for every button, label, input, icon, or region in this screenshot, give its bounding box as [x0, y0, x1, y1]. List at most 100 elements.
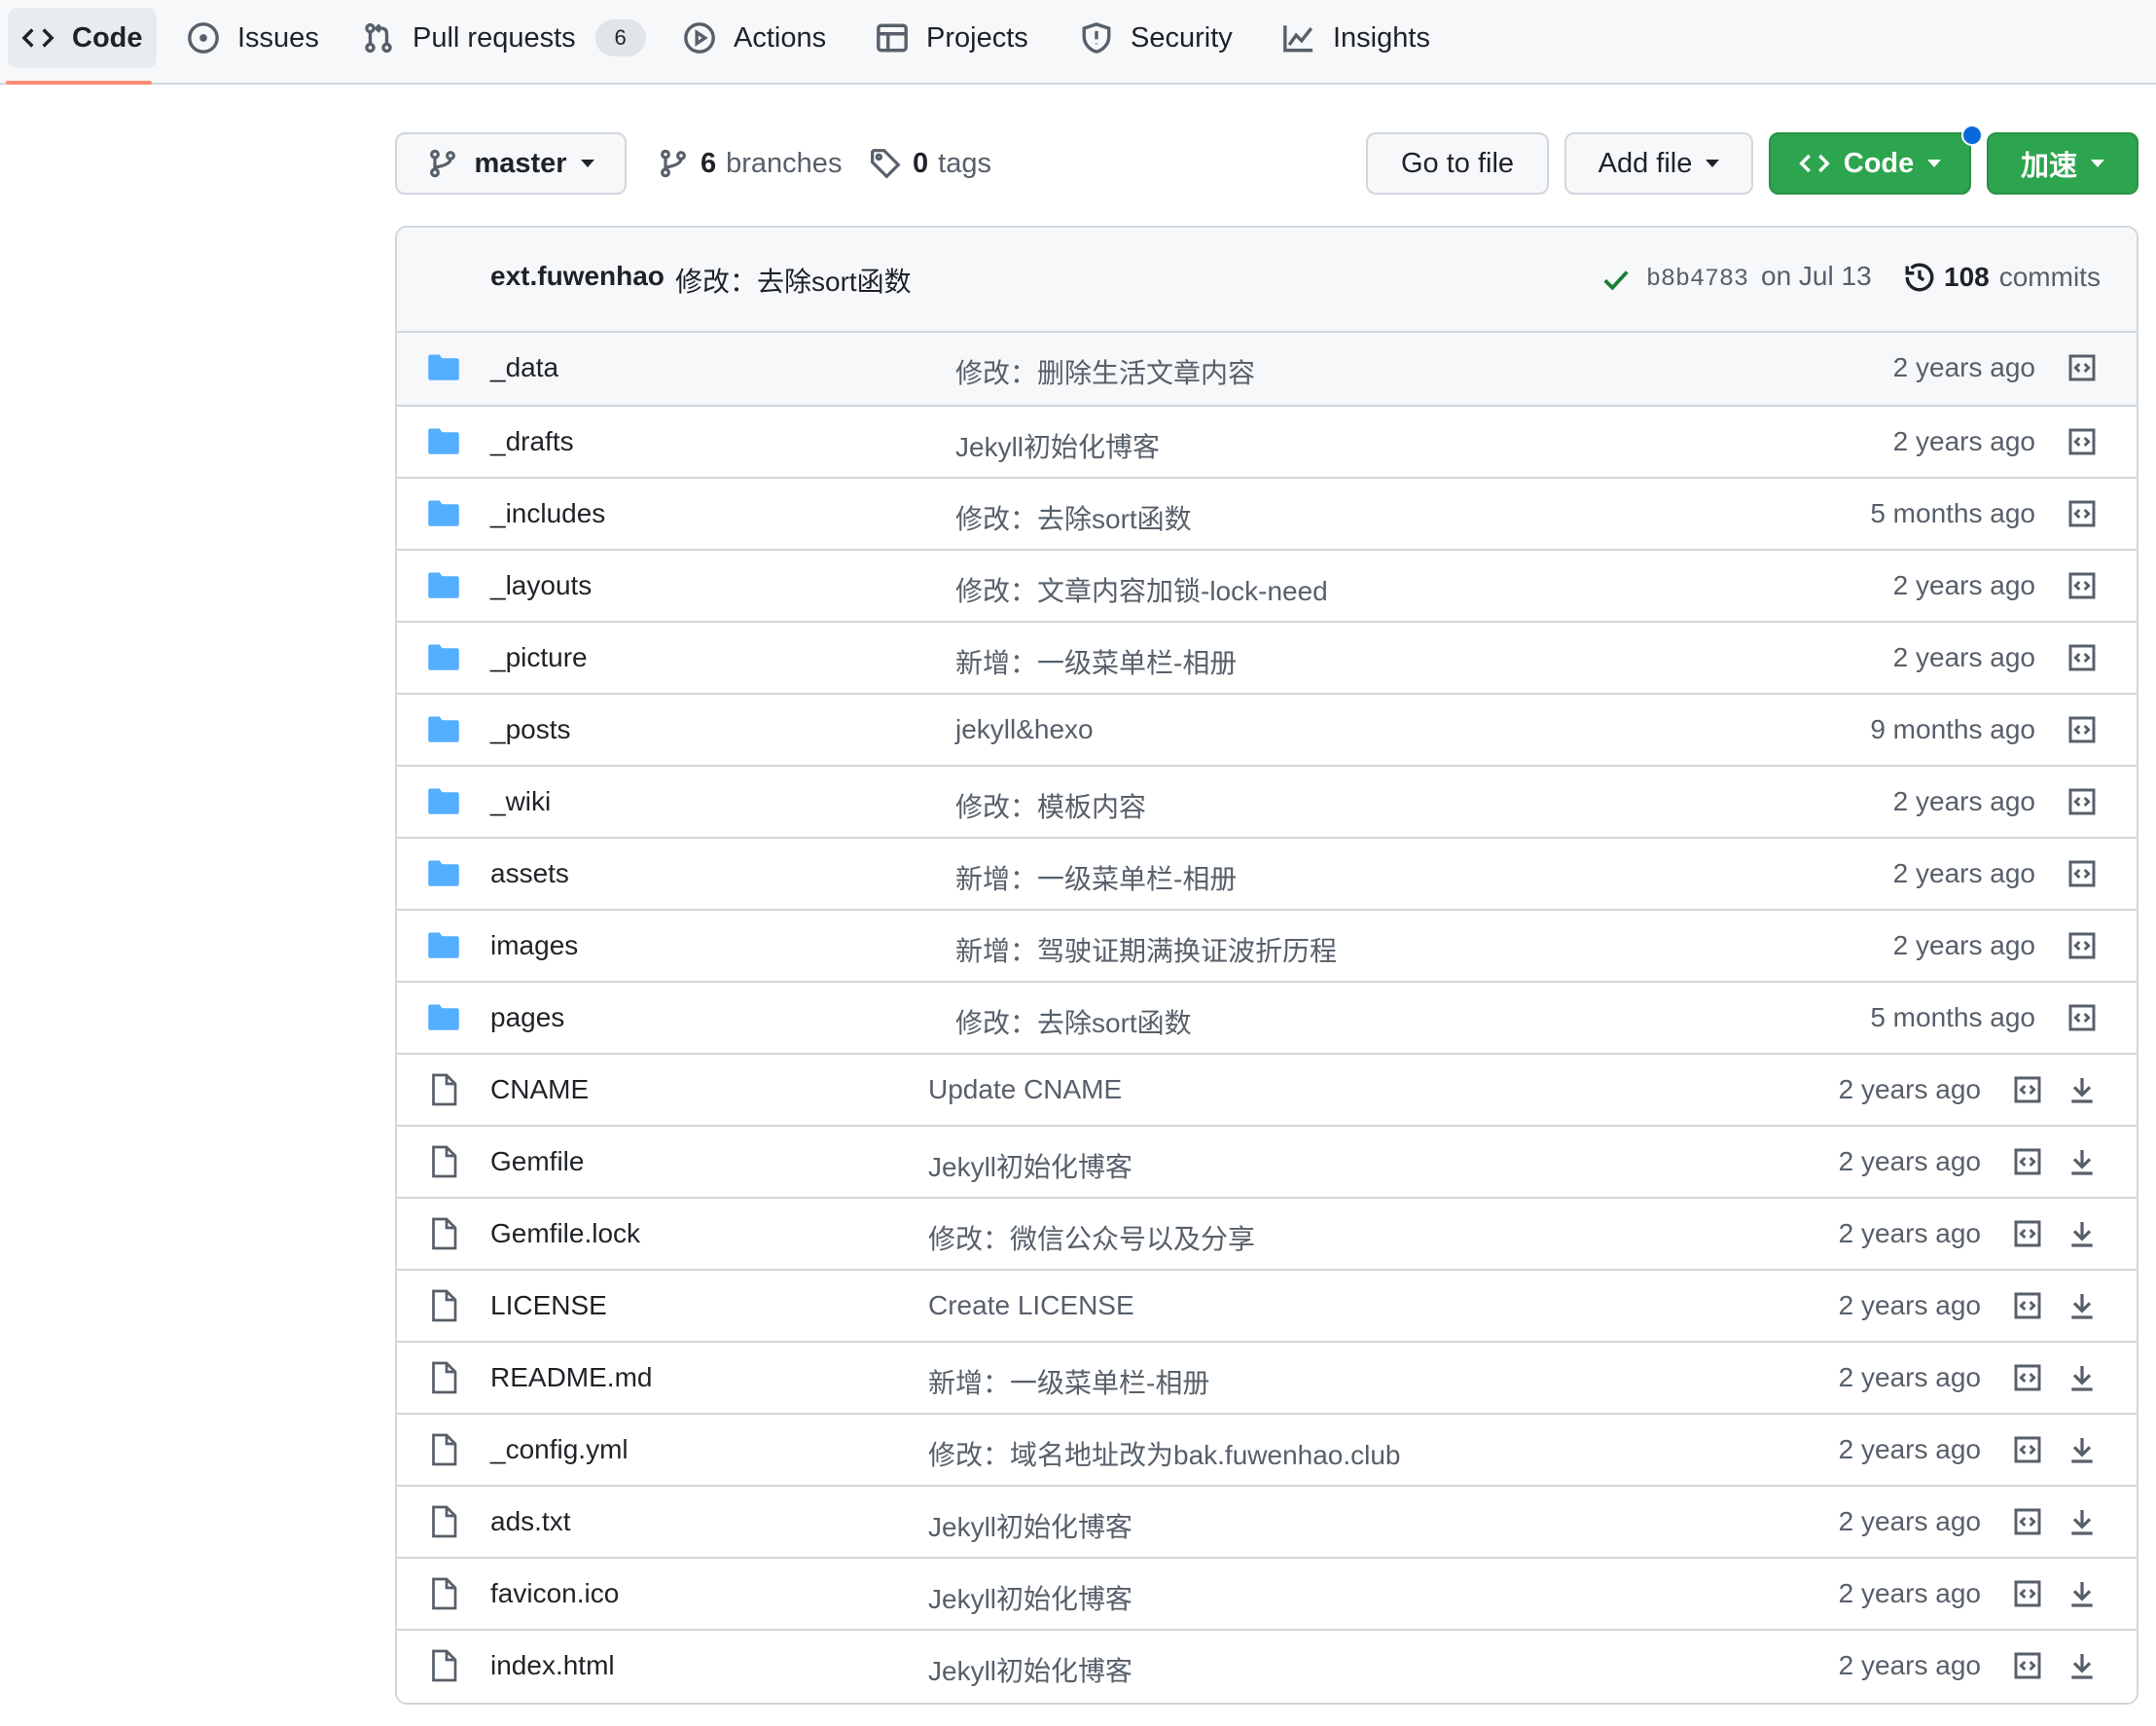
view-code-icon[interactable] — [2066, 714, 2098, 745]
file-name-link[interactable]: ads.txt — [490, 1506, 570, 1537]
code-dropdown-button[interactable]: Code — [1769, 132, 1971, 195]
table-row[interactable]: Gemfile Jekyll初始化博客 2 years ago — [397, 1125, 2137, 1197]
view-code-icon[interactable] — [2012, 1074, 2043, 1105]
file-commit-message[interactable]: 修改：文章内容加锁-lock-need — [955, 570, 1328, 609]
add-file-button[interactable]: Add file — [1564, 132, 1753, 195]
view-code-icon[interactable] — [2066, 786, 2098, 817]
view-code-icon[interactable] — [2066, 426, 2098, 457]
view-code-icon[interactable] — [2012, 1290, 2043, 1321]
file-commit-message[interactable]: Create LICENSE — [928, 1290, 1134, 1321]
tab-code[interactable]: Code — [8, 8, 157, 68]
commit-date[interactable]: on Jul 13 — [1761, 261, 1872, 292]
file-name-link[interactable]: _config.yml — [490, 1434, 629, 1465]
file-commit-message[interactable]: 修改：删除生活文章内容 — [955, 352, 1255, 391]
view-code-icon[interactable] — [2012, 1362, 2043, 1393]
file-commit-message[interactable]: jekyll&hexo — [955, 714, 1094, 745]
download-icon[interactable] — [2066, 1362, 2098, 1393]
download-icon[interactable] — [2066, 1506, 2098, 1537]
file-commit-message[interactable]: 修改：微信公众号以及分享 — [928, 1218, 1255, 1257]
file-name-link[interactable]: favicon.ico — [490, 1578, 619, 1609]
table-row[interactable]: _picture 新增：一级菜单栏-相册 2 years ago — [397, 621, 2137, 693]
view-code-icon[interactable] — [2066, 858, 2098, 889]
table-row[interactable]: _layouts 修改：文章内容加锁-lock-need 2 years ago — [397, 549, 2137, 621]
table-row[interactable]: _data 修改：删除生活文章内容 2 years ago — [397, 333, 2137, 405]
tags-link[interactable]: 0 tags — [870, 132, 991, 195]
table-row[interactable]: LICENSE Create LICENSE 2 years ago — [397, 1269, 2137, 1341]
download-icon[interactable] — [2066, 1650, 2098, 1681]
file-name-link[interactable]: _wiki — [490, 786, 551, 817]
view-code-icon[interactable] — [2066, 642, 2098, 673]
file-name-link[interactable]: _drafts — [490, 426, 574, 457]
file-commit-message[interactable]: Jekyll初始化博客 — [928, 1578, 1132, 1617]
table-row[interactable]: CNAME Update CNAME 2 years ago — [397, 1053, 2137, 1125]
branches-link[interactable]: 6 branches — [658, 132, 842, 195]
view-code-icon[interactable] — [2012, 1146, 2043, 1177]
view-code-icon[interactable] — [2066, 930, 2098, 961]
view-code-icon[interactable] — [2066, 498, 2098, 529]
view-code-icon[interactable] — [2012, 1506, 2043, 1537]
download-icon[interactable] — [2066, 1146, 2098, 1177]
table-row[interactable]: pages 修改：去除sort函数 5 months ago — [397, 981, 2137, 1053]
file-name-link[interactable]: _data — [490, 352, 558, 383]
go-to-file-button[interactable]: Go to file — [1366, 132, 1549, 195]
download-icon[interactable] — [2066, 1434, 2098, 1465]
commit-author[interactable]: ext.fuwenhao — [490, 261, 665, 292]
table-row[interactable]: ads.txt Jekyll初始化博客 2 years ago — [397, 1485, 2137, 1557]
file-name-link[interactable]: _layouts — [490, 570, 592, 601]
file-commit-message[interactable]: 修改：去除sort函数 — [955, 1002, 1192, 1041]
tab-actions[interactable]: Actions — [669, 8, 840, 68]
file-commit-message[interactable]: Jekyll初始化博客 — [928, 1146, 1132, 1185]
table-row[interactable]: assets 新增：一级菜单栏-相册 2 years ago — [397, 837, 2137, 909]
file-name-link[interactable]: LICENSE — [490, 1290, 607, 1321]
file-name-link[interactable]: _includes — [490, 498, 605, 529]
file-commit-message[interactable]: 修改：去除sort函数 — [955, 498, 1192, 537]
view-code-icon[interactable] — [2012, 1650, 2043, 1681]
branch-select-button[interactable]: master — [395, 132, 627, 195]
table-row[interactable]: _includes 修改：去除sort函数 5 months ago — [397, 477, 2137, 549]
file-name-link[interactable]: _posts — [490, 714, 571, 745]
table-row[interactable]: _wiki 修改：模板内容 2 years ago — [397, 765, 2137, 837]
tab-issues[interactable]: Issues — [173, 8, 333, 68]
file-commit-message[interactable]: 新增：一级菜单栏-相册 — [955, 858, 1237, 897]
tab-insights[interactable]: Insights — [1269, 8, 1444, 68]
table-row[interactable]: index.html Jekyll初始化博客 2 years ago — [397, 1629, 2137, 1701]
tab-security[interactable]: Security — [1066, 8, 1246, 68]
table-row[interactable]: README.md 新增：一级菜单栏-相册 2 years ago — [397, 1341, 2137, 1413]
view-code-icon[interactable] — [2066, 352, 2098, 383]
commit-history-link[interactable]: 108 commits — [1903, 261, 2101, 294]
commit-message[interactable]: 修改：去除sort函数 — [675, 261, 912, 300]
file-name-link[interactable]: pages — [490, 1002, 564, 1033]
view-code-icon[interactable] — [2066, 1002, 2098, 1033]
file-commit-message[interactable]: Jekyll初始化博客 — [928, 1650, 1132, 1689]
download-icon[interactable] — [2066, 1218, 2098, 1249]
file-commit-message[interactable]: Jekyll初始化博客 — [928, 1506, 1132, 1545]
file-name-link[interactable]: README.md — [490, 1362, 652, 1393]
tab-pull-requests[interactable]: Pull requests 6 — [348, 8, 660, 68]
file-name-link[interactable]: Gemfile.lock — [490, 1218, 640, 1249]
file-commit-message[interactable]: 新增：一级菜单栏-相册 — [928, 1362, 1209, 1401]
file-commit-message[interactable]: 新增：一级菜单栏-相册 — [955, 642, 1237, 681]
file-name-link[interactable]: images — [490, 930, 578, 961]
accelerate-button[interactable]: 加速 — [1987, 132, 2138, 195]
file-name-link[interactable]: assets — [490, 858, 569, 889]
view-code-icon[interactable] — [2012, 1434, 2043, 1465]
file-commit-message[interactable]: 新增：驾驶证期满换证波折历程 — [955, 930, 1337, 969]
table-row[interactable]: Gemfile.lock 修改：微信公众号以及分享 2 years ago — [397, 1197, 2137, 1269]
table-row[interactable]: images 新增：驾驶证期满换证波折历程 2 years ago — [397, 909, 2137, 981]
table-row[interactable]: _config.yml 修改：域名地址改为bak.fuwenhao.club 2 y… — [397, 1413, 2137, 1485]
tab-projects[interactable]: Projects — [862, 8, 1042, 68]
download-icon[interactable] — [2066, 1290, 2098, 1321]
check-icon[interactable] — [1601, 265, 1631, 294]
view-code-icon[interactable] — [2066, 570, 2098, 601]
file-commit-message[interactable]: Jekyll初始化博客 — [955, 426, 1160, 465]
view-code-icon[interactable] — [2012, 1218, 2043, 1249]
file-commit-message[interactable]: Update CNAME — [928, 1074, 1122, 1105]
commit-sha[interactable]: b8b4783 — [1646, 265, 1748, 293]
download-icon[interactable] — [2066, 1578, 2098, 1609]
download-icon[interactable] — [2066, 1074, 2098, 1105]
table-row[interactable]: favicon.ico Jekyll初始化博客 2 years ago — [397, 1557, 2137, 1629]
file-name-link[interactable]: CNAME — [490, 1074, 589, 1105]
file-name-link[interactable]: index.html — [490, 1650, 615, 1681]
table-row[interactable]: _posts jekyll&hexo 9 months ago — [397, 693, 2137, 765]
file-commit-message[interactable]: 修改：模板内容 — [955, 786, 1146, 825]
